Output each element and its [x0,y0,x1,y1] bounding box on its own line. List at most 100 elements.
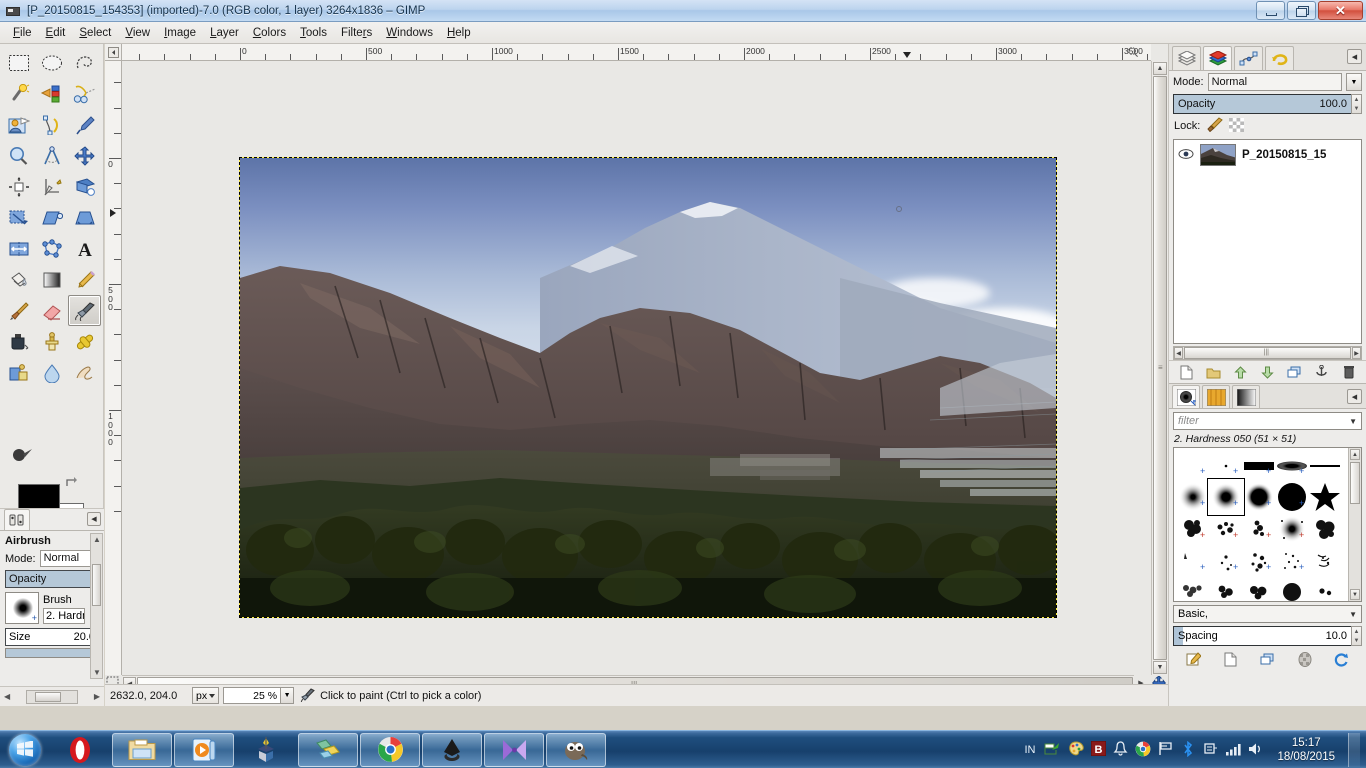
tray-language[interactable]: IN [1024,744,1035,756]
layers-dock-collapse-arrow-icon[interactable]: ◀ [1347,49,1362,64]
table-row[interactable]: P_20150815_15 [1174,140,1361,170]
action-center-flag-icon[interactable] [1158,741,1174,759]
brush-item[interactable] [1306,574,1344,601]
color-picker-tool[interactable] [68,109,101,140]
layer-opacity-slider[interactable]: Opacity 100.0 ▲ ▼ [1173,94,1362,114]
taskbar-chrome[interactable] [360,732,420,767]
bucket-fill-tool[interactable] [2,264,35,295]
cage-transform-tool[interactable] [35,233,68,264]
usb-eject-icon[interactable] [1202,741,1218,759]
tool-options-partial-slider[interactable] [5,648,99,658]
airbrush-tool[interactable] [68,295,101,326]
gradient-icon[interactable] [1232,385,1260,408]
edit-pencil-icon[interactable] [1184,650,1204,668]
menu-colors[interactable]: Colors [246,24,293,42]
layers-icon[interactable] [1172,46,1201,70]
taskbar-explorer[interactable] [112,732,172,767]
taskbar-opera[interactable] [50,733,110,767]
foreground-select-tool[interactable] [2,109,35,140]
smudge-tool[interactable] [68,357,101,388]
duplicate-icon[interactable] [1285,363,1305,381]
perspective-tool[interactable] [68,202,101,233]
paths-tool[interactable] [35,109,68,140]
close-button[interactable]: ✕ [1318,1,1363,20]
scroll-left-arrow-icon[interactable]: ◀ [1174,347,1183,359]
menu-tools[interactable]: Tools [293,24,334,42]
menu-help[interactable]: Help [440,24,478,42]
new-page-icon[interactable] [1221,650,1241,668]
crop-tool[interactable] [35,171,68,202]
down-arrow-icon[interactable] [1258,363,1278,381]
vertical-scrollbar-thumb[interactable]: ≡ [1153,76,1167,660]
scroll-right-arrow-icon[interactable]: ▶ [94,692,100,701]
undo-history-icon[interactable] [1265,46,1294,70]
paths-icon[interactable] [1234,46,1263,70]
ruler-corner-button[interactable] [105,44,122,61]
flip-tool[interactable] [2,233,35,264]
scroll-down-arrow-icon[interactable]: ▼ [93,668,101,677]
taskbar-clock[interactable]: 15:17 18/08/2015 [1277,736,1335,764]
menu-layer[interactable]: Layer [203,24,246,42]
tool-options-scrollbar[interactable]: ▲ ▼ [90,533,103,679]
tool-options-brush-value[interactable]: 2. Hardn [43,607,85,624]
unit-selector[interactable]: px [192,687,220,704]
text-tool[interactable]: A [68,233,101,264]
bluetooth-icon[interactable] [1181,740,1195,760]
swap-colors-icon[interactable] [64,476,78,490]
tool-options-collapse-arrow-icon[interactable]: ◀ [87,512,101,526]
free-select-tool[interactable] [68,47,101,78]
fuzzy-select-tool[interactable] [2,78,35,109]
zoom-level-field[interactable]: 25 % [223,687,282,704]
select-by-color-tool[interactable] [35,78,68,109]
layers-list[interactable]: P_20150815_15 [1173,139,1362,344]
scroll-down-arrow-icon[interactable]: ▼ [1153,661,1167,674]
refresh-icon[interactable] [1332,650,1352,668]
menu-image[interactable]: Image [157,24,203,42]
chevron-down-icon[interactable]: ▼ [1349,417,1357,426]
brush-spacing-spinner[interactable]: ▲ ▼ [1351,626,1362,646]
perspective-clone-tool[interactable] [2,357,35,388]
clone-tool[interactable] [35,326,68,357]
brush-filter-input[interactable]: filter ▼ [1173,412,1362,430]
menu-filters[interactable]: Filters [334,24,379,42]
menu-select[interactable]: Select [72,24,118,42]
letter-b-icon[interactable]: B [1090,740,1107,759]
layers-hscroll-thumb[interactable]: ||| [1184,347,1351,359]
new-page-icon[interactable] [1177,363,1197,381]
start-button[interactable] [2,732,48,768]
blur-sharpen-tool[interactable] [35,357,68,388]
scroll-up-arrow-icon[interactable]: ▲ [93,535,101,544]
pencil-tool[interactable] [68,264,101,295]
layer-mode-value[interactable]: Normal [1207,73,1342,91]
trash-icon[interactable] [1339,363,1359,381]
move-tool[interactable] [68,140,101,171]
brush-blob-icon[interactable] [1172,385,1200,408]
folder-icon[interactable] [1204,363,1224,381]
layer-mode-dropdown-arrow-icon[interactable]: ▼ [1346,73,1362,91]
canvas-vertical-scrollbar[interactable]: ▲ ≡ ▼ [1151,61,1168,675]
scroll-down-arrow-icon[interactable]: ▼ [1350,589,1360,600]
speaker-icon[interactable] [1248,742,1264,759]
bell-icon[interactable] [1113,741,1129,759]
lock-pixels-brush-icon[interactable] [1206,117,1224,135]
zoom-image-window-icon[interactable] [1127,46,1138,60]
menu-windows[interactable]: Windows [379,24,440,42]
eraser-tool[interactable] [35,295,68,326]
scrollbar-thumb[interactable] [92,564,101,606]
minimize-button[interactable] [1256,1,1285,20]
show-desktop-button[interactable] [1348,733,1360,767]
pattern-icon[interactable] [1202,385,1230,408]
brushes-dock-collapse-arrow-icon[interactable]: ◀ [1347,389,1362,404]
horizontal-ruler[interactable]: 0 500 1000 1500 2000 2500 3000 3500 [122,44,1151,61]
checkered-icon[interactable] [1295,650,1315,668]
layer-visibility-eye-icon[interactable] [1178,148,1194,162]
alignment-tool[interactable] [2,171,35,202]
brush-grid-scrollbar[interactable]: ▲ ▼ [1348,448,1361,601]
shear-tool[interactable] [35,202,68,233]
taskbar-picture-viewer[interactable] [298,732,358,767]
up-arrow-icon[interactable] [1231,363,1251,381]
scroll-left-arrow-icon[interactable]: ◀ [4,692,10,701]
scissors-select-tool[interactable] [68,78,101,109]
canvas-area[interactable] [122,61,1151,675]
scroll-right-arrow-icon[interactable]: ▶ [1352,347,1361,359]
